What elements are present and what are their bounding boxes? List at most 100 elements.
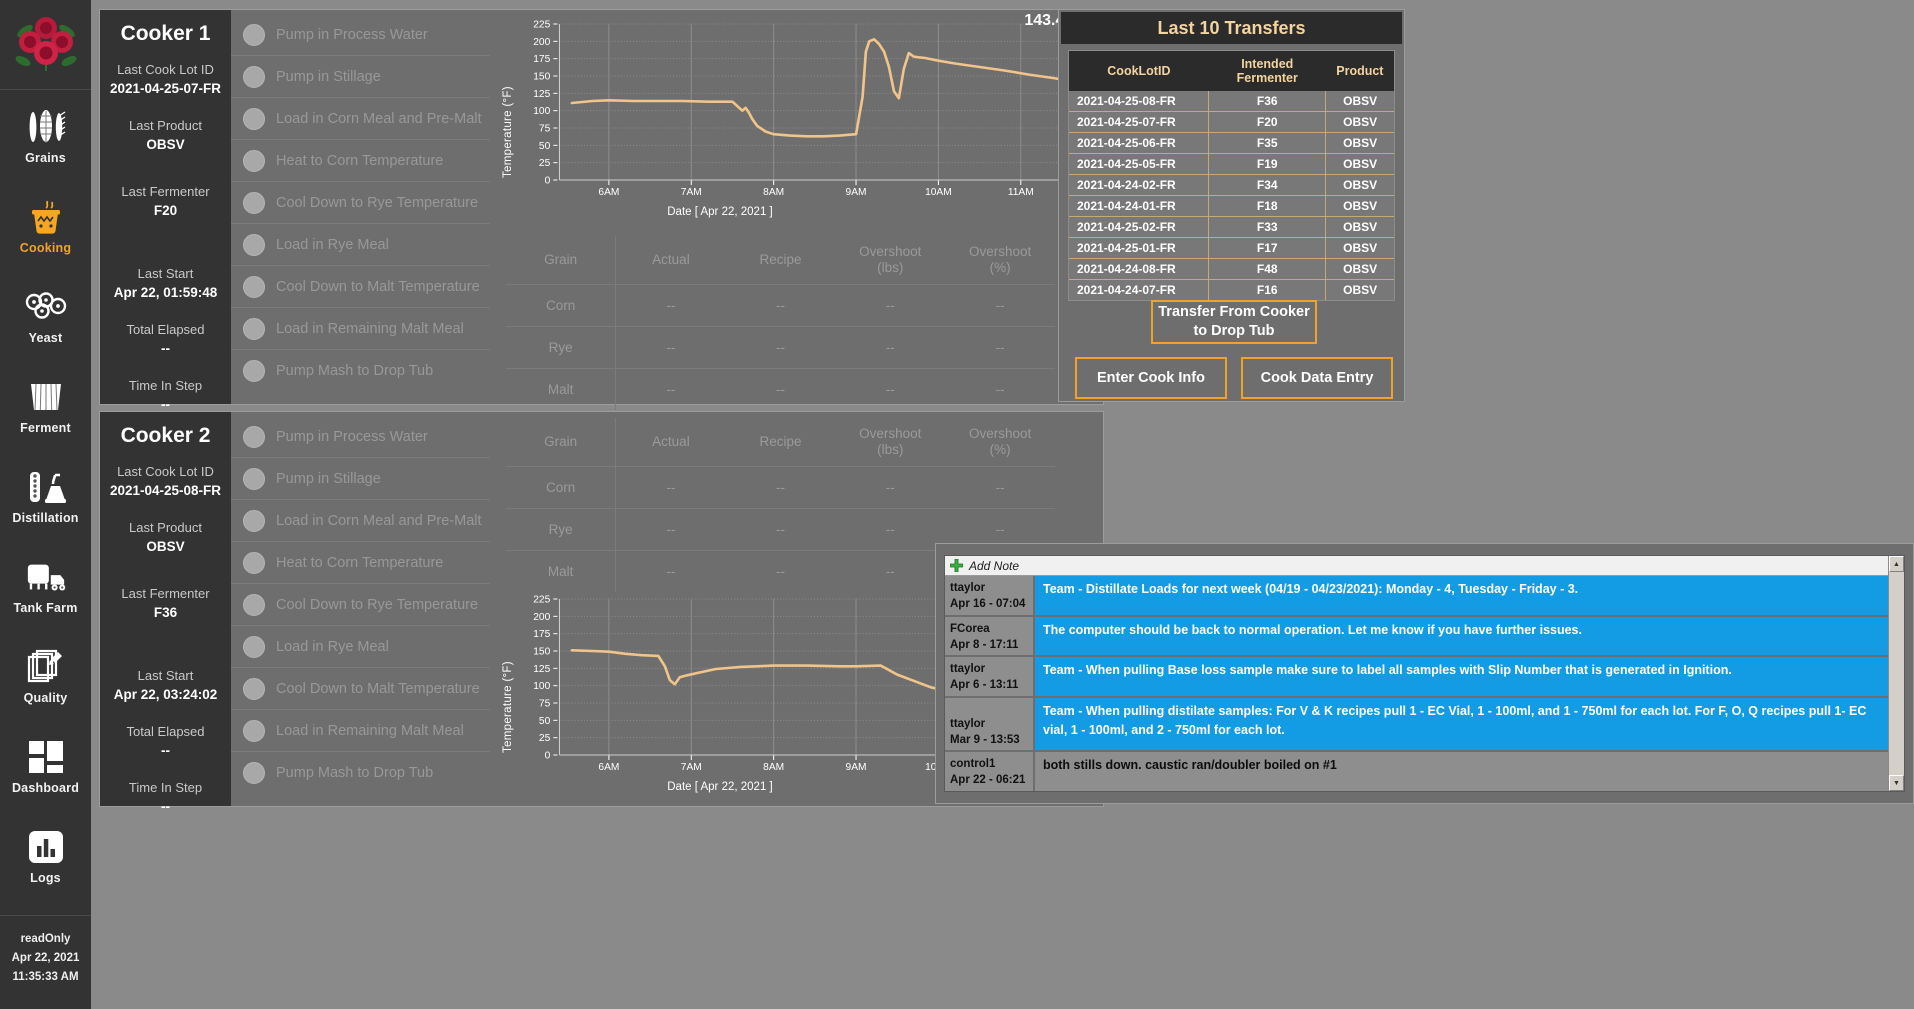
sidebar-item-quality[interactable]: Quality: [0, 630, 91, 720]
step-row[interactable]: Pump Mash to Drop Tub: [231, 350, 490, 392]
sidebar: Grains Cooking Yeast Ferment Distillatio…: [0, 0, 91, 1009]
cooker1-chart[interactable]: 143.4 °F Temperature (°F) 0 25 50 75 100 125 1…: [490, 10, 1103, 230]
list-item[interactable]: ttaylor Apr 16 - 07:04 Team - Distillate…: [945, 576, 1888, 617]
table-row: Rye -- -- -- --: [506, 326, 1055, 369]
table-row[interactable]: 2021-04-25-06-FR F35 OBSV: [1069, 132, 1394, 154]
note-text: Team - When pulling Base loss sample mak…: [1035, 657, 1888, 697]
step-row[interactable]: Cool Down to Malt Temperature: [231, 266, 490, 308]
step-row[interactable]: Load in Remaining Malt Meal: [231, 308, 490, 350]
step-status-indicator: [243, 107, 265, 130]
cooker1-field-elapsed: Total Elapsed --: [104, 320, 227, 358]
sidebar-item-tank-farm[interactable]: Tank Farm: [0, 540, 91, 630]
scroll-down-button[interactable]: ▼: [1889, 775, 1904, 791]
col-cooklotid: CookLotID: [1069, 51, 1209, 91]
field-value: OBSV: [146, 137, 185, 152]
sidebar-item-logs[interactable]: Logs: [0, 810, 91, 900]
cell-overshoot-pct: --: [945, 326, 1055, 369]
cell-lot: 2021-04-24-08-FR: [1069, 258, 1210, 280]
list-item[interactable]: ttaylor Apr 6 - 13:11 Team - When pullin…: [945, 657, 1888, 699]
field-label: Time In Step: [128, 780, 203, 795]
cooker1-field-start: Last Start Apr 22, 01:59:48: [104, 264, 227, 302]
step-row[interactable]: Cool Down to Rye Temperature: [231, 182, 490, 224]
add-note-button[interactable]: Add Note: [945, 556, 1888, 576]
table-row[interactable]: 2021-04-24-01-FR F18 OBSV: [1069, 195, 1394, 217]
table-row[interactable]: 2021-04-25-02-FR F33 OBSV: [1069, 216, 1394, 238]
step-row[interactable]: Heat to Corn Temperature: [231, 140, 490, 182]
col-actual: Actual: [615, 418, 726, 467]
cell-product: OBSV: [1325, 258, 1394, 280]
list-item[interactable]: ttaylor Mar 9 - 13:53 Team - When pullin…: [945, 698, 1888, 753]
cell-lot: 2021-04-25-05-FR: [1069, 153, 1210, 175]
field-label: Last Cook Lot ID: [117, 464, 214, 479]
sidebar-item-cooking[interactable]: Cooking: [0, 180, 91, 270]
transfers-table: CookLotID Intended Fermenter Product 202…: [1069, 51, 1394, 300]
step-row[interactable]: Heat to Corn Temperature: [231, 542, 490, 584]
cooker1-steps: Pump in Process Water Pump in Stillage L…: [231, 10, 490, 404]
sidebar-item-yeast[interactable]: Yeast: [0, 270, 91, 360]
sidebar-item-label: Distillation: [12, 510, 79, 525]
cook-data-entry-button[interactable]: Cook Data Entry: [1241, 357, 1393, 399]
step-row[interactable]: Pump in Stillage: [231, 56, 490, 98]
cell-lot: 2021-04-25-06-FR: [1069, 132, 1210, 154]
svg-text:0: 0: [545, 176, 551, 187]
table-row[interactable]: 2021-04-24-02-FR F34 OBSV: [1069, 174, 1394, 196]
table-row[interactable]: 2021-04-25-07-FR F20 OBSV: [1069, 111, 1394, 133]
field-label: Total Elapsed: [126, 724, 205, 739]
step-row[interactable]: Load in Rye Meal: [231, 626, 490, 668]
note-user: ttaylor: [950, 582, 986, 594]
step-row[interactable]: Pump in Process Water: [231, 14, 490, 56]
list-item[interactable]: FCorea Apr 8 - 17:11 The computer should…: [945, 616, 1888, 658]
cooker2-field-product: Last Product OBSV: [104, 518, 227, 556]
cell-product: OBSV: [1325, 174, 1394, 196]
table-row[interactable]: 2021-04-25-01-FR F17 OBSV: [1069, 237, 1394, 259]
field-label: Last Product: [129, 520, 202, 535]
note-user: FCorea: [950, 622, 990, 635]
step-row[interactable]: Load in Rye Meal: [231, 224, 490, 266]
svg-text:9AM: 9AM: [846, 187, 867, 198]
table-row[interactable]: 2021-04-25-05-FR F19 OBSV: [1069, 153, 1394, 175]
step-label: Cool Down to Malt Temperature: [276, 680, 480, 697]
cell-grain: Malt: [506, 368, 617, 410]
table-row[interactable]: 2021-04-24-07-FR F16 OBSV: [1069, 279, 1394, 300]
list-item[interactable]: control1 Apr 22 - 06:21 both stills down…: [945, 752, 1888, 791]
sidebar-item-label: Quality: [23, 690, 68, 705]
sidebar-item-grains[interactable]: Grains: [0, 90, 91, 180]
table-row[interactable]: 2021-04-24-08-FR F48 OBSV: [1069, 258, 1394, 280]
cell-lot: 2021-04-25-02-FR: [1069, 216, 1210, 238]
transfers-panel: Last 10 Transfers CookLotID Intended Fer…: [1058, 9, 1405, 402]
note-time: Apr 8 - 17:11: [950, 638, 1019, 651]
table-row[interactable]: 2021-04-25-08-FR F36 OBSV: [1069, 91, 1394, 112]
field-value: Apr 22, 03:24:02: [113, 687, 218, 702]
step-status-indicator: [243, 635, 265, 658]
sidebar-item-dashboard[interactable]: Dashboard: [0, 720, 91, 810]
scroll-up-button[interactable]: ▲: [1889, 556, 1904, 572]
notes-scrollbar[interactable]: ▲ ▼: [1888, 556, 1904, 791]
note-time: Apr 6 - 13:11: [950, 679, 1019, 692]
cooker2-title: Cooker 2: [120, 424, 211, 447]
step-row[interactable]: Load in Corn Meal and Pre-Malt: [231, 98, 490, 140]
step-row[interactable]: Pump in Process Water: [231, 416, 490, 458]
transfer-from-cooker-button[interactable]: Transfer From Cooker to Drop Tub: [1151, 300, 1317, 344]
step-row[interactable]: Load in Remaining Malt Meal: [231, 710, 490, 752]
note-text: Team - Distillate Loads for next week (0…: [1035, 576, 1888, 615]
cell-fermenter: F17: [1208, 237, 1327, 259]
sidebar-item-ferment[interactable]: Ferment: [0, 360, 91, 450]
cell-product: OBSV: [1325, 279, 1394, 300]
svg-text:50: 50: [539, 716, 551, 727]
step-row[interactable]: Load in Corn Meal and Pre-Malt: [231, 500, 490, 542]
cell-overshoot-pct: --: [945, 284, 1055, 327]
transfers-header: Last 10 Transfers: [1061, 12, 1402, 44]
step-label: Pump Mash to Drop Tub: [276, 765, 434, 781]
step-row[interactable]: Pump Mash to Drop Tub: [231, 752, 490, 794]
step-row[interactable]: Cool Down to Rye Temperature: [231, 584, 490, 626]
step-row[interactable]: Pump in Stillage: [231, 458, 490, 500]
step-row[interactable]: Cool Down to Malt Temperature: [231, 668, 490, 710]
field-value: F36: [153, 605, 178, 620]
enter-cook-info-button[interactable]: Enter Cook Info: [1075, 357, 1227, 399]
tank-truck-icon: [25, 556, 67, 598]
svg-text:100: 100: [533, 106, 550, 117]
field-label: Last Cook Lot ID: [117, 62, 214, 77]
sidebar-item-distillation[interactable]: Distillation: [0, 450, 91, 540]
svg-text:7AM: 7AM: [681, 762, 702, 773]
roses-logo-icon: [15, 16, 76, 71]
